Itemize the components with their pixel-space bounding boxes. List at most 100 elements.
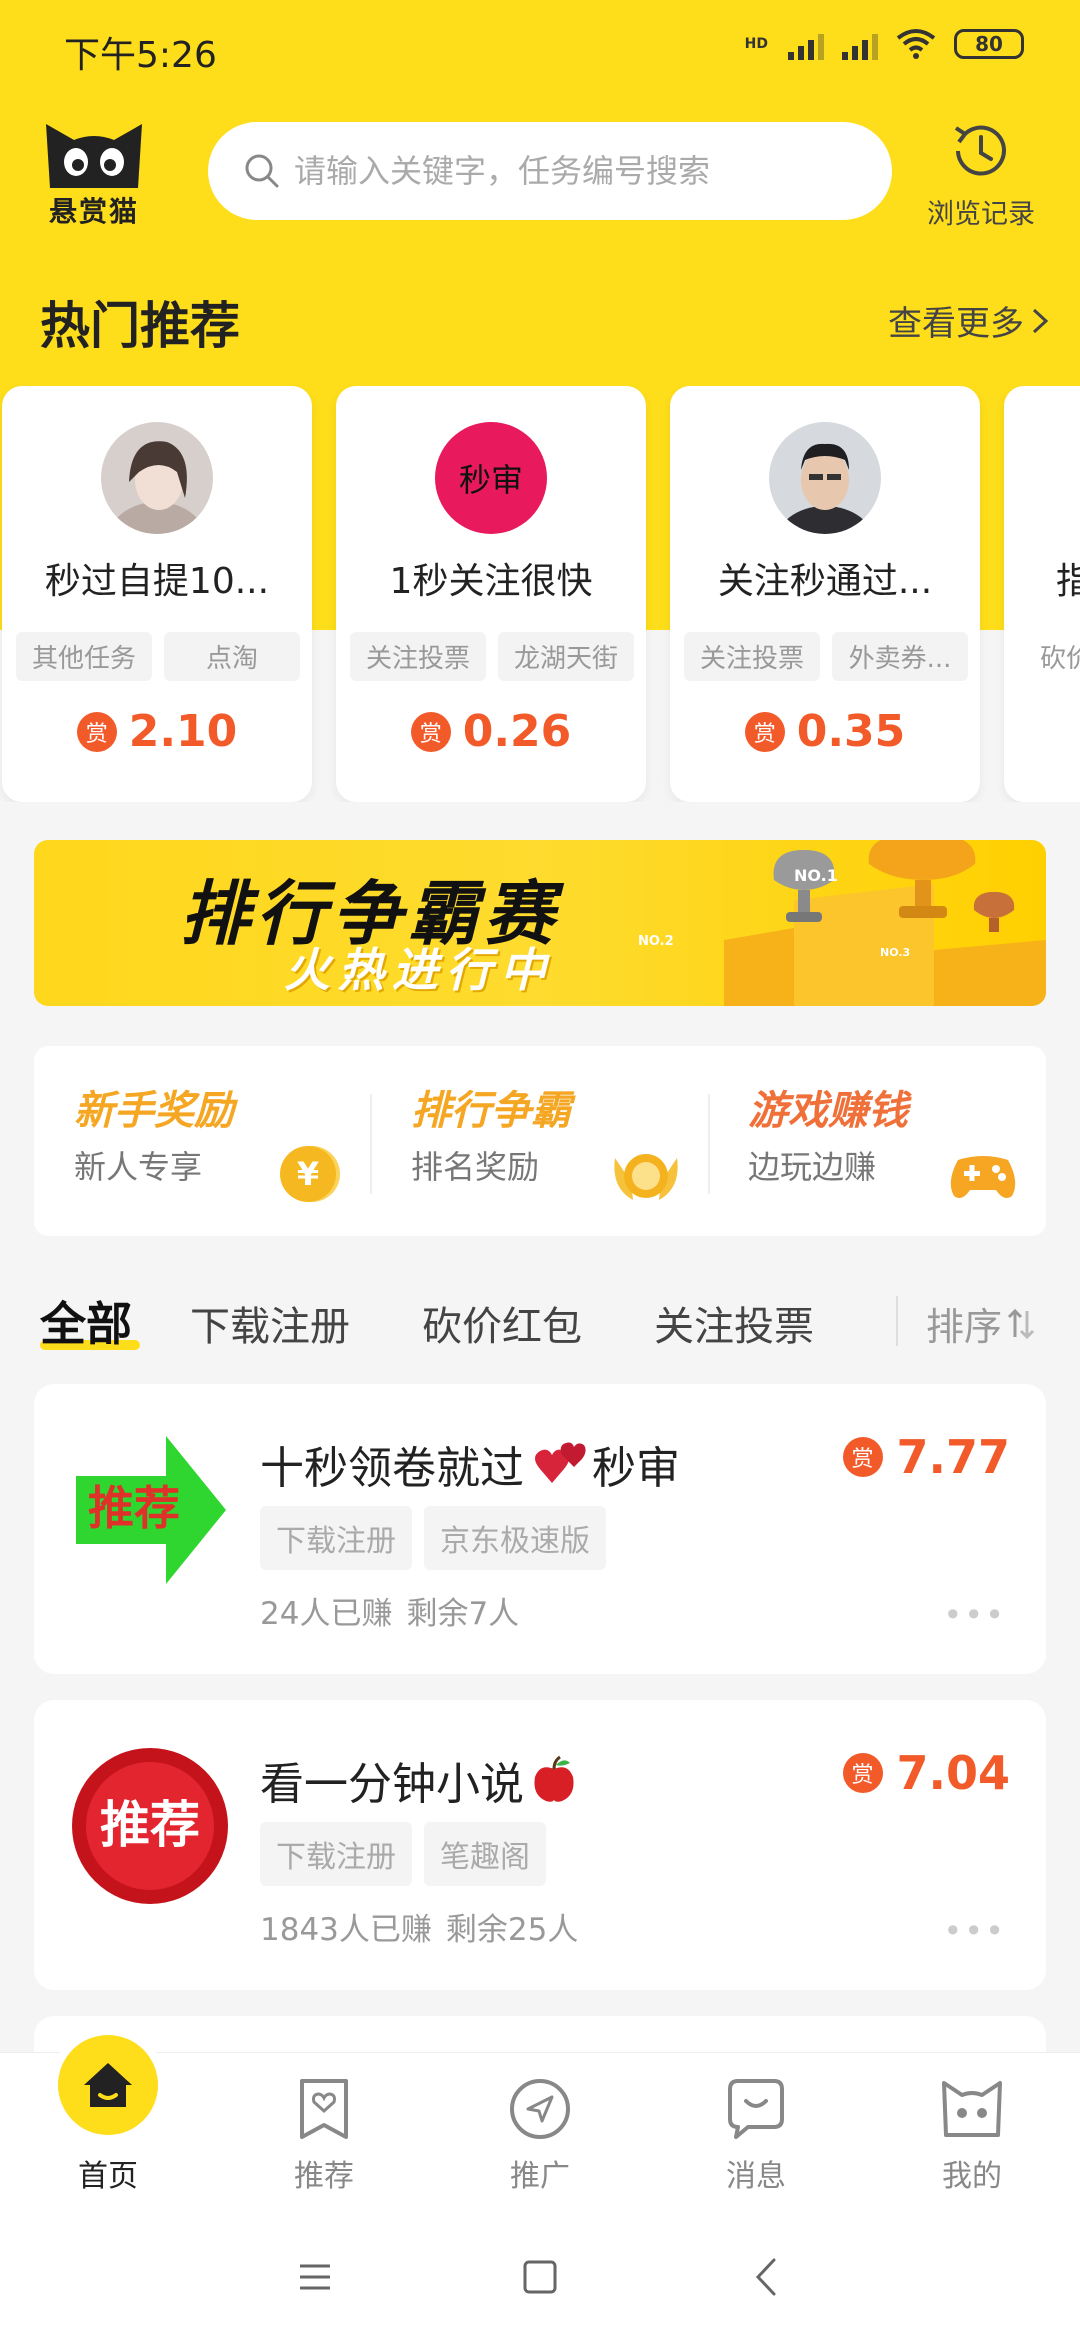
tab-all[interactable]: 全部 bbox=[40, 1288, 132, 1354]
hot-card[interactable]: 关注秒通过... 关注投票 外卖券... 赏 0.35 bbox=[670, 386, 980, 802]
card-tags: 关注投票 外卖券... bbox=[684, 632, 968, 681]
task-earned: 24人已赚 bbox=[260, 1596, 393, 1632]
apple-icon bbox=[534, 1755, 574, 1802]
task-stats: 24人已赚 剩余7人 bbox=[260, 1588, 519, 1633]
feature-title: 游戏赚钱 bbox=[748, 1088, 908, 1134]
task-tag: 下载注册 bbox=[260, 1506, 412, 1570]
task-title-text: 看一分钟小说 bbox=[260, 1759, 524, 1810]
hot-cards-carousel[interactable]: 秒过自提10... 其他任务 点淘 赏 2.10 秒审 1秒关注很快 关注投票 … bbox=[0, 386, 1080, 802]
card-reward: 赏 0.35 bbox=[670, 706, 980, 757]
feature-subtitle: 排名奖励 bbox=[411, 1148, 540, 1186]
no2-badge: NO.2 bbox=[638, 934, 674, 949]
profile-icon bbox=[942, 2081, 1002, 2137]
card-title: 关注秒通过... bbox=[717, 561, 933, 602]
reward-badge-icon: 赏 bbox=[410, 711, 451, 752]
nav-promote[interactable]: 推广 bbox=[432, 2053, 648, 2213]
bottom-navigation: 首页 推荐 推广 消息 我的 bbox=[0, 2027, 1080, 2213]
card-title: 秒过自提10... bbox=[44, 561, 270, 602]
no1-badge: NO.1 bbox=[794, 866, 838, 885]
avatar bbox=[101, 422, 213, 534]
feature-title: 排行争霸 bbox=[411, 1088, 571, 1134]
nav-messages[interactable]: 消息 bbox=[648, 2053, 864, 2213]
ranking-banner[interactable]: 排行争霸赛 火热进行中 NO.1 NO.2 NO.3 bbox=[34, 840, 1046, 1006]
task-card[interactable]: 推荐 看一分钟小说 下载注册 笔趣阁 1843人已赚 剩余25人 赏 7.04 … bbox=[34, 1700, 1046, 1990]
hot-card[interactable]: 指 砍价 bbox=[1004, 386, 1080, 802]
card-tags: 砍价 bbox=[1028, 632, 1080, 681]
reward-amount: 7.77 bbox=[896, 1430, 1011, 1484]
reward-amount: 7.04 bbox=[896, 1746, 1011, 1800]
sort-icon bbox=[1007, 1308, 1035, 1339]
recommend-icon bbox=[300, 2079, 348, 2139]
promote-icon bbox=[510, 2079, 570, 2139]
task-tag: 下载注册 bbox=[260, 1822, 412, 1886]
task-tag: 笔趣阁 bbox=[424, 1822, 546, 1886]
hot-card[interactable]: 秒审 1秒关注很快 关注投票 龙湖天街 赏 0.26 bbox=[336, 386, 646, 802]
more-options-icon[interactable]: ••• bbox=[943, 1912, 1006, 1950]
task-title: 十秒领卷就过 秒审 bbox=[260, 1432, 680, 1496]
more-options-icon[interactable]: ••• bbox=[943, 1596, 1006, 1634]
signal-icon bbox=[788, 28, 824, 60]
search-bar[interactable] bbox=[208, 122, 892, 220]
feature-newbie-reward[interactable]: 新手奖励 新人专享 ¥ bbox=[34, 1046, 371, 1236]
card-tag: 砍价 bbox=[1040, 644, 1080, 674]
no3-badge: NO.3 bbox=[880, 946, 911, 959]
task-title-text: 十秒领卷就过 bbox=[260, 1443, 524, 1494]
task-tags: 下载注册 京东极速版 bbox=[260, 1506, 606, 1570]
feature-strip: 新手奖励 新人专享 ¥ 排行争霸 排名奖励 游戏赚钱 边玩边赚 bbox=[34, 1046, 1046, 1236]
card-tag: 关注投票 bbox=[684, 632, 820, 681]
nav-label: 我的 bbox=[942, 2159, 1002, 2194]
avatar: 秒审 bbox=[435, 422, 547, 534]
card-tag: 外卖券... bbox=[832, 632, 968, 681]
recommend-badge-icon: 推荐 bbox=[72, 1748, 228, 1904]
sort-divider bbox=[896, 1296, 898, 1346]
nav-label: 消息 bbox=[726, 2159, 786, 2194]
task-earned: 1843人已赚 bbox=[260, 1912, 432, 1948]
tab-follow-vote[interactable]: 关注投票 bbox=[654, 1294, 814, 1352]
logo-text: 悬赏猫 bbox=[48, 195, 139, 228]
nav-home[interactable]: 首页 bbox=[0, 2027, 216, 2213]
history-label: 浏览记录 bbox=[927, 199, 1035, 230]
card-tag: 关注投票 bbox=[350, 632, 486, 681]
nav-profile[interactable]: 我的 bbox=[864, 2053, 1080, 2213]
task-reward: 赏 7.04 bbox=[842, 1746, 1011, 1800]
home-square-icon[interactable] bbox=[515, 2252, 565, 2302]
avatar-text: 秒审 bbox=[458, 461, 523, 499]
feature-subtitle: 边玩边赚 bbox=[748, 1148, 877, 1186]
see-more-link[interactable]: 查看更多 bbox=[888, 296, 1050, 345]
nav-recommend[interactable]: 推荐 bbox=[216, 2053, 432, 2213]
history-button[interactable]: 浏览记录 bbox=[916, 118, 1046, 231]
reward-badge-icon: 赏 bbox=[842, 1437, 883, 1477]
hearts-icon bbox=[535, 1442, 586, 1483]
reward-badge-icon: 赏 bbox=[76, 711, 117, 752]
back-icon[interactable] bbox=[742, 2252, 792, 2302]
hot-card[interactable]: 秒过自提10... 其他任务 点淘 赏 2.10 bbox=[2, 386, 312, 802]
feature-ranking[interactable]: 排行争霸 排名奖励 bbox=[371, 1046, 708, 1236]
card-tag: 龙湖天街 bbox=[498, 632, 634, 681]
status-bar: 下午5:26 HD 80 bbox=[0, 0, 1080, 96]
task-remaining: 剩余25人 bbox=[445, 1912, 579, 1948]
feature-game-earn[interactable]: 游戏赚钱 边玩边赚 bbox=[708, 1046, 1045, 1236]
reward-badge-icon: 赏 bbox=[744, 711, 785, 752]
card-tags: 其他任务 点淘 bbox=[16, 632, 300, 681]
tab-download-register[interactable]: 下载注册 bbox=[190, 1294, 350, 1352]
sort-button[interactable]: 排序 bbox=[926, 1296, 1036, 1351]
task-icon-text: 推荐 bbox=[88, 1481, 180, 1535]
task-title-suffix: 秒审 bbox=[592, 1443, 680, 1494]
search-input[interactable] bbox=[294, 152, 854, 190]
svg-text:¥: ¥ bbox=[297, 1155, 319, 1193]
battery-icon: 80 bbox=[954, 29, 1024, 59]
tab-bargain-redpacket[interactable]: 砍价红包 bbox=[422, 1294, 582, 1352]
task-title: 看一分钟小说 bbox=[260, 1748, 578, 1812]
reward-amount: 2.10 bbox=[128, 706, 238, 757]
menu-icon[interactable] bbox=[290, 2252, 340, 2302]
card-tag: 点淘 bbox=[164, 632, 300, 681]
card-title: 1秒关注很快 bbox=[389, 561, 593, 602]
gamepad-icon bbox=[950, 1156, 1016, 1198]
avatar bbox=[769, 422, 881, 534]
wifi-icon bbox=[896, 29, 936, 59]
medal-icon bbox=[614, 1154, 678, 1200]
signal-icon-2 bbox=[842, 28, 878, 60]
task-card[interactable]: 推荐 十秒领卷就过 秒审 下载注册 京东极速版 24人已赚 剩余7人 赏 7.7… bbox=[34, 1384, 1046, 1674]
reward-amount: 0.26 bbox=[462, 706, 572, 757]
task-stats: 1843人已赚 剩余25人 bbox=[260, 1904, 578, 1949]
